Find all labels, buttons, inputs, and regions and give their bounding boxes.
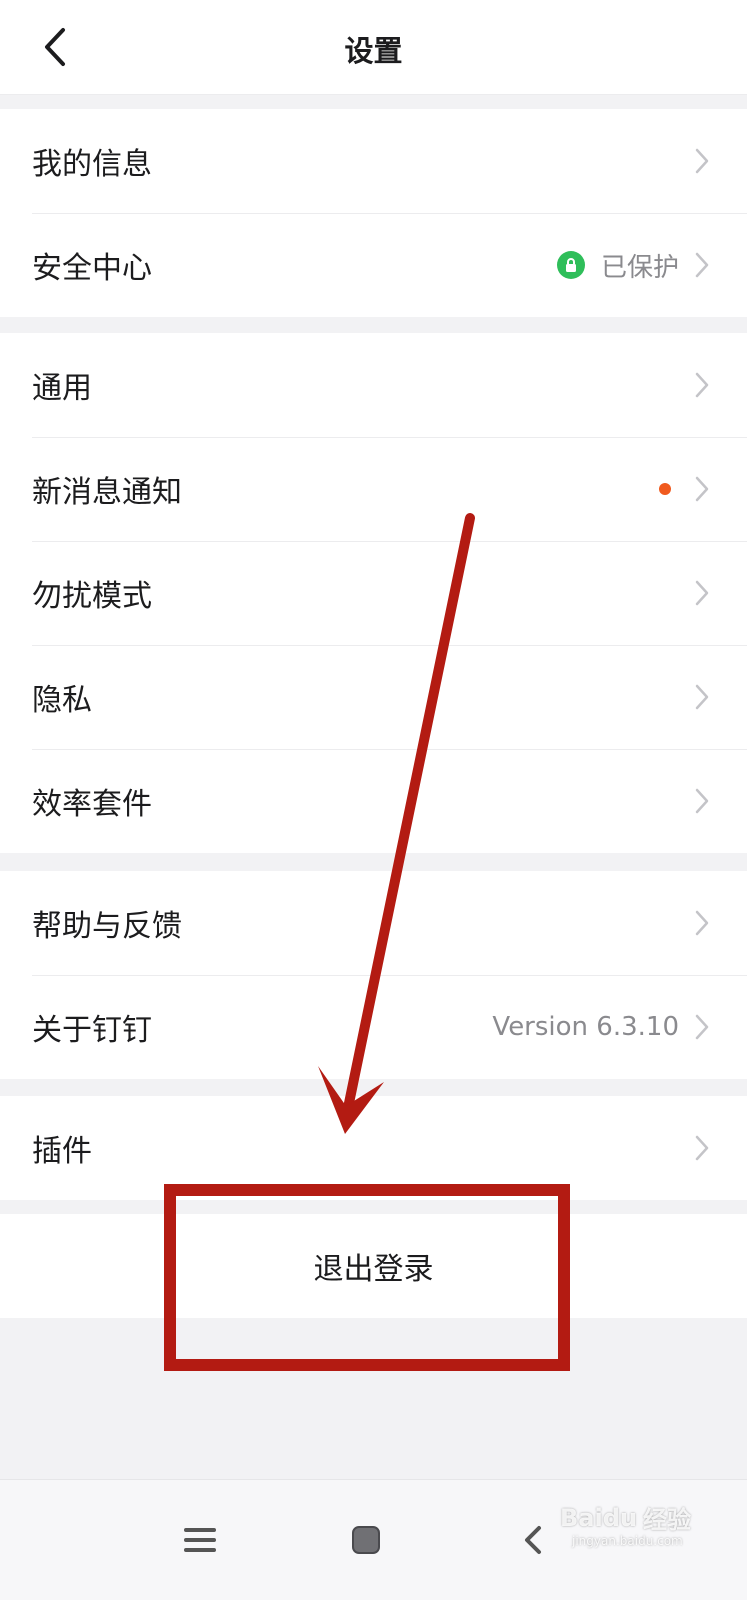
home-square-icon <box>352 1526 380 1554</box>
watermark-sub: 经验 <box>642 1506 691 1534</box>
lock-shield-icon <box>556 251 585 279</box>
chevron-right-icon <box>695 1014 709 1040</box>
logout-button[interactable]: 退出登录 <box>0 1214 747 1318</box>
chevron-right-icon <box>695 788 709 814</box>
back-chevron-icon <box>525 1526 541 1554</box>
row-plugins[interactable]: 插件 <box>0 1096 747 1200</box>
row-security-center[interactable]: 安全中心 已保护 <box>0 213 747 317</box>
menu-lines-icon <box>184 1528 216 1552</box>
top-bar: 设置 <box>0 0 747 95</box>
chevron-right-icon <box>695 372 709 398</box>
version-text: Version 6.3.10 <box>492 1012 679 1042</box>
row-my-info[interactable]: 我的信息 <box>0 109 747 213</box>
row-privacy[interactable]: 隐私 <box>0 645 747 749</box>
system-back-button[interactable] <box>503 1510 563 1570</box>
row-label: 新消息通知 <box>32 475 182 510</box>
chevron-right-icon <box>695 910 709 936</box>
chevron-right-icon <box>695 148 709 174</box>
row-help-feedback[interactable]: 帮助与反馈 <box>0 871 747 975</box>
row-label: 勿扰模式 <box>32 579 152 614</box>
chevron-right-icon <box>695 684 709 710</box>
row-label: 通用 <box>32 371 92 406</box>
row-efficiency-suite[interactable]: 效率套件 <box>0 749 747 853</box>
row-label: 插件 <box>32 1134 92 1169</box>
row-label: 帮助与反馈 <box>32 909 182 944</box>
home-button[interactable] <box>336 1510 396 1570</box>
chevron-right-icon <box>695 252 709 278</box>
page-title: 设置 <box>344 34 403 68</box>
chevron-right-icon <box>695 1135 709 1161</box>
menu-button[interactable] <box>170 1510 230 1570</box>
unread-dot-badge <box>659 483 671 495</box>
row-general[interactable]: 通用 <box>0 333 747 437</box>
watermark-brand: Baidu <box>560 1503 637 1532</box>
row-new-message-notification[interactable]: 新消息通知 <box>0 437 747 541</box>
chevron-right-icon <box>695 580 709 606</box>
settings-group-help: 帮助与反馈 关于钉钉 Version 6.3.10 <box>0 871 747 1079</box>
watermark-url: jingyan.baidu.com <box>572 1534 683 1548</box>
settings-group-plugins: 插件 <box>0 1096 747 1200</box>
security-status: 已保护 <box>600 252 679 283</box>
row-do-not-disturb[interactable]: 勿扰模式 <box>0 541 747 645</box>
row-label: 隐私 <box>32 683 92 718</box>
settings-group-account: 我的信息 安全中心 已保护 <box>0 109 747 317</box>
baidu-watermark: Baidu 经验 jingyan.baidu.com <box>560 1500 691 1549</box>
row-label: 关于钉钉 <box>32 1013 152 1048</box>
chevron-right-icon <box>695 476 709 502</box>
row-label: 安全中心 <box>32 251 152 286</box>
row-label: 效率套件 <box>32 787 152 822</box>
settings-group-general: 通用 新消息通知 勿扰模式 隐私 效率套件 <box>0 333 747 853</box>
row-label: 我的信息 <box>32 147 152 182</box>
row-about[interactable]: 关于钉钉 Version 6.3.10 <box>0 975 747 1079</box>
